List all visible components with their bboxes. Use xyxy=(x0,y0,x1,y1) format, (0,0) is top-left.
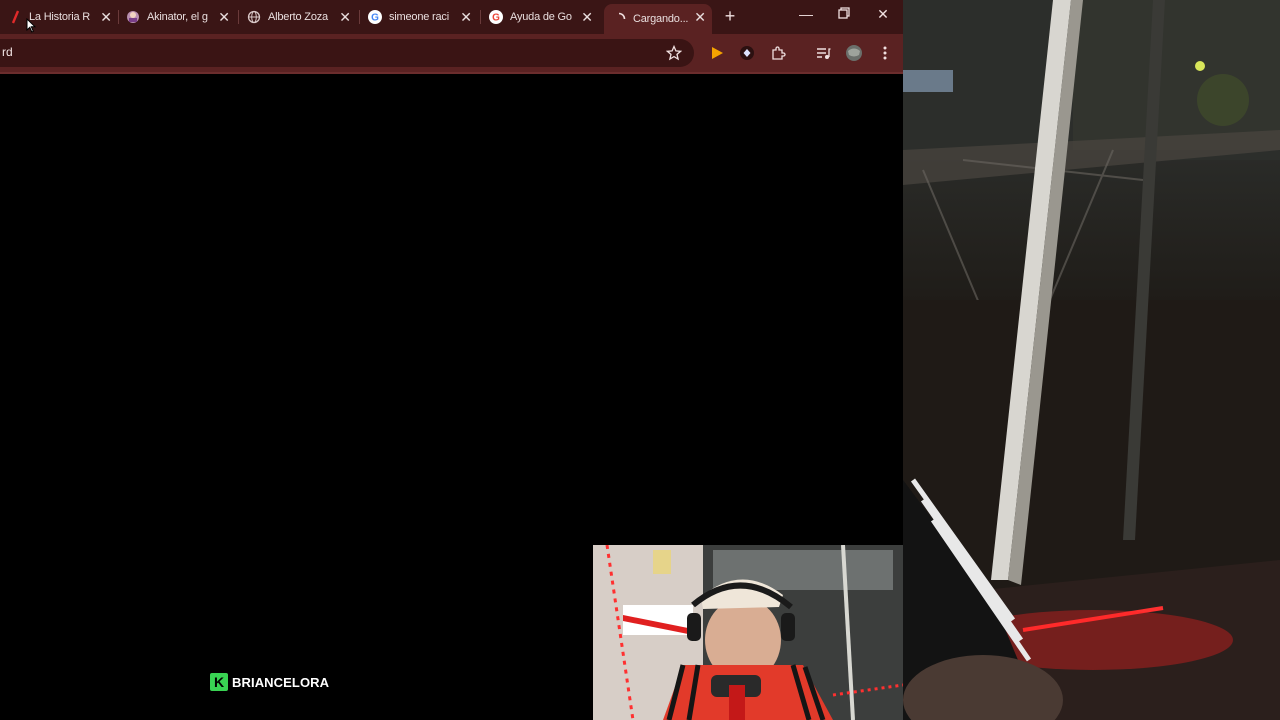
tab-title: Ayuda de Go xyxy=(510,11,572,23)
red-slash-icon xyxy=(8,10,22,24)
bookmark-star-icon[interactable] xyxy=(665,44,683,62)
tab-loading[interactable]: Cargando... ✕ xyxy=(604,4,712,34)
close-icon[interactable]: ✕ xyxy=(694,9,706,25)
profile-avatar-icon[interactable] xyxy=(845,44,863,62)
tab-simeone[interactable]: G simeone raci ✕ xyxy=(360,4,478,30)
restore-button[interactable] xyxy=(832,6,856,22)
address-bar[interactable]: rd xyxy=(0,39,694,67)
tab-title: Akinator, el g xyxy=(147,11,208,23)
tab-la-historia[interactable]: La Historia R ✕ xyxy=(0,4,118,30)
channel-branding: K BRIANCELORA xyxy=(210,673,329,691)
tab-akinator[interactable]: Akinator, el g ✕ xyxy=(118,4,236,30)
close-icon[interactable]: ✕ xyxy=(581,9,593,25)
webcam-overlay xyxy=(593,545,903,720)
close-icon[interactable]: ✕ xyxy=(100,9,112,25)
close-icon[interactable]: ✕ xyxy=(218,9,230,25)
tab-title: Alberto Zoza xyxy=(268,11,328,23)
restore-icon xyxy=(838,7,850,19)
tab-ayuda[interactable]: G Ayuda de Go ✕ xyxy=(481,4,599,30)
close-icon[interactable]: ✕ xyxy=(460,9,472,25)
loading-spinner-icon xyxy=(612,12,626,26)
tab-title: La Historia R xyxy=(29,11,90,23)
new-tab-button[interactable]: + xyxy=(721,6,739,27)
address-text: rd xyxy=(2,45,13,59)
diamond-extension-icon[interactable] xyxy=(738,44,756,62)
kick-logo-icon: K xyxy=(210,673,228,691)
menu-kebab-icon[interactable] xyxy=(876,44,894,62)
close-icon[interactable]: ✕ xyxy=(339,9,351,25)
globe-icon xyxy=(247,10,261,24)
google-icon: G xyxy=(489,10,503,24)
room-scene-image xyxy=(903,0,1280,720)
google-icon: G xyxy=(368,10,382,24)
play-extension-icon[interactable] xyxy=(708,44,726,62)
tab-title: Cargando... xyxy=(633,13,689,25)
svg-text:G: G xyxy=(371,13,379,24)
minimize-button[interactable]: — xyxy=(794,6,818,22)
extensions-puzzle-icon[interactable] xyxy=(769,44,787,62)
channel-name: BRIANCELORA xyxy=(232,674,330,690)
akinator-icon xyxy=(126,10,140,24)
tab-alberto[interactable]: Alberto Zoza ✕ xyxy=(239,4,357,30)
browser-toolbar: rd xyxy=(0,34,903,72)
svg-text:G: G xyxy=(492,13,500,24)
mouse-cursor-icon xyxy=(26,18,36,33)
tab-title: simeone raci xyxy=(389,11,449,23)
background-camera-view xyxy=(903,0,1280,720)
streamer-webcam-image xyxy=(593,545,903,720)
close-window-button[interactable]: ✕ xyxy=(871,6,895,23)
media-controls-icon[interactable] xyxy=(814,44,832,62)
tab-strip: La Historia R ✕ Akinator, el g ✕ Alberto… xyxy=(0,0,903,34)
